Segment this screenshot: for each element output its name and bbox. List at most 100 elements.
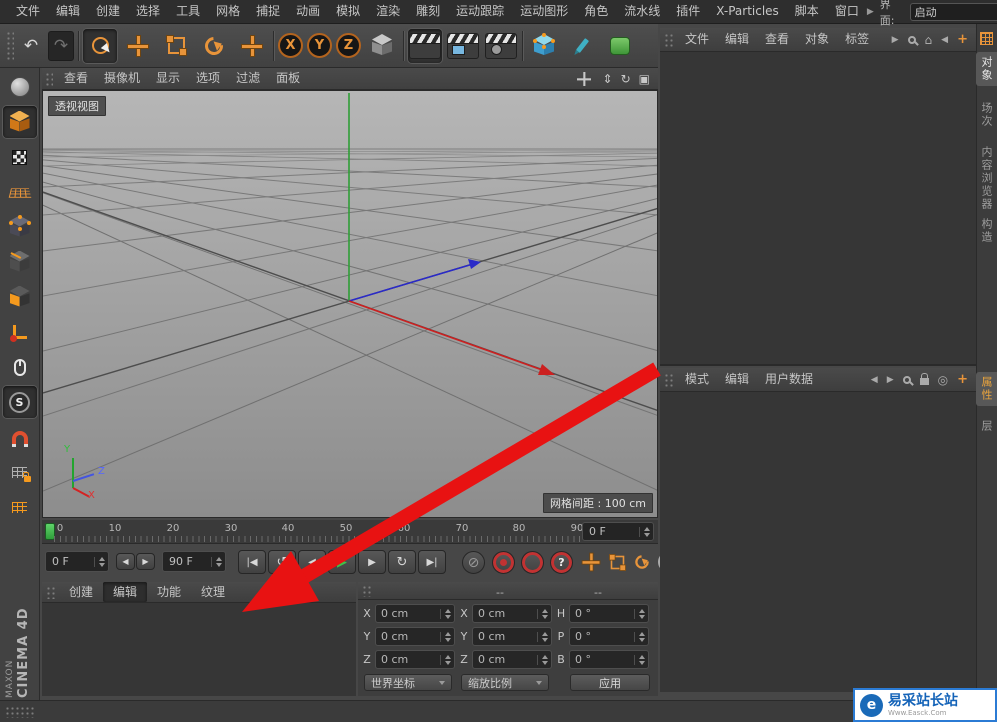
panel-grip[interactable]	[46, 585, 55, 599]
convert-editable-button[interactable]	[3, 71, 37, 103]
record-keyframe-button[interactable]	[492, 551, 515, 574]
nav-back-icon[interactable]: ◀	[871, 375, 878, 385]
material-list-area[interactable]	[42, 603, 356, 696]
stepper-arrows[interactable]	[440, 608, 451, 619]
search-icon[interactable]	[907, 35, 916, 44]
position-x-input[interactable]: 0 cm	[375, 604, 455, 623]
goto-end-button[interactable]: ▶|	[418, 550, 446, 574]
position-z-input[interactable]: 0 cm	[375, 650, 455, 669]
live-selection-button[interactable]	[83, 28, 117, 63]
viewport-menu-options[interactable]: 选项	[188, 68, 228, 89]
stepper-arrows[interactable]	[94, 556, 105, 567]
menubar-overflow-icon[interactable]: ▶	[867, 7, 874, 17]
lock-icon[interactable]	[919, 373, 929, 385]
menu-script[interactable]: 脚本	[787, 0, 827, 23]
toolbar-grip[interactable]	[6, 30, 14, 61]
stepper-arrows[interactable]	[211, 556, 222, 567]
am-menu-edit[interactable]: 编辑	[717, 368, 757, 391]
workplane-mode-button[interactable]	[3, 176, 37, 208]
stepper-arrows[interactable]	[639, 526, 650, 537]
autokey-button[interactable]	[521, 551, 544, 574]
enable-axis-button[interactable]	[3, 316, 37, 348]
prev-frame-button[interactable]: ◀	[298, 550, 326, 574]
viewport-menu-grip[interactable]	[45, 71, 53, 86]
viewport-solo-button[interactable]	[3, 351, 37, 383]
panel-grip[interactable]	[664, 32, 673, 47]
record-rotation-toggle[interactable]	[632, 552, 652, 572]
stepper-down-icon[interactable]	[99, 562, 105, 567]
size-y-input[interactable]: 0 cm	[472, 627, 552, 646]
end-frame-spinner[interactable]: 90 F	[162, 551, 226, 572]
am-menu-userdata[interactable]: 用户数据	[757, 368, 821, 391]
materials-tab-function[interactable]: 功能	[147, 582, 191, 602]
viewport-menu-panel[interactable]: 面板	[268, 68, 308, 89]
attribute-area[interactable]	[660, 392, 976, 692]
object-list-area[interactable]	[660, 52, 976, 366]
view-zoom-icon[interactable]: ⇕	[603, 72, 613, 86]
prev-key-button[interactable]: ◀	[116, 553, 135, 570]
menu-edit[interactable]: 编辑	[48, 0, 88, 23]
coordinate-system-button[interactable]	[365, 29, 399, 63]
stepper-down-icon[interactable]	[216, 562, 222, 567]
viewport-menu-display[interactable]: 显示	[148, 68, 188, 89]
om-menu-tags[interactable]: 标签	[837, 28, 877, 51]
menu-tools[interactable]: 工具	[168, 0, 208, 23]
last-tool-button[interactable]	[235, 29, 269, 63]
next-frame-button[interactable]: ▶	[358, 550, 386, 574]
keyframe-help-button[interactable]: ?	[550, 551, 573, 574]
render-picture-viewer-button[interactable]	[446, 29, 480, 63]
scale-mode-dropdown[interactable]: 缩放比例	[461, 674, 549, 691]
menu-animation[interactable]: 动画	[288, 0, 328, 23]
points-mode-button[interactable]	[3, 211, 37, 243]
render-view-button[interactable]	[408, 28, 442, 63]
stepper-arrows[interactable]	[537, 654, 548, 665]
viewport-canvas[interactable]: 透视视图 网格间距 : 100 cm	[42, 90, 658, 518]
menu-window[interactable]: 窗口	[827, 0, 867, 23]
play-button[interactable]: ▶	[328, 550, 356, 574]
apply-button[interactable]: 应用	[570, 674, 650, 691]
dock-handle-icon[interactable]	[980, 32, 993, 45]
viewport-menu-camera[interactable]: 摄像机	[96, 68, 148, 89]
stepper-arrows[interactable]	[537, 608, 548, 619]
tab-objects[interactable]: 对象	[976, 52, 997, 86]
materials-tab-create[interactable]: 创建	[59, 582, 103, 602]
loop-button[interactable]: ↻	[388, 550, 416, 574]
materials-tab-edit[interactable]: 编辑	[103, 582, 148, 602]
menu-motion-tracker[interactable]: 运动跟踪	[448, 0, 512, 23]
panel-grip[interactable]	[362, 584, 371, 597]
om-menu-view[interactable]: 查看	[757, 28, 797, 51]
position-y-input[interactable]: 0 cm	[375, 627, 455, 646]
menu-sculpt[interactable]: 雕刻	[408, 0, 448, 23]
viewport-menu-filter[interactable]: 过滤	[228, 68, 268, 89]
ruler-frame-spinner[interactable]: 0 F	[582, 522, 654, 541]
tab-content-browser[interactable]: 内容浏览器	[976, 142, 997, 215]
spline-pen-button[interactable]	[565, 29, 599, 63]
stepper-up-icon[interactable]	[99, 556, 105, 561]
panel-grip[interactable]	[664, 372, 673, 387]
menu-xparticles[interactable]: X-Particles	[708, 0, 787, 23]
view-toggle-icon[interactable]: ▣	[639, 72, 650, 86]
lock-y-axis-button[interactable]: Y	[307, 33, 332, 58]
rotation-p-input[interactable]: 0 °	[569, 627, 649, 646]
lock-x-axis-button[interactable]: X	[278, 33, 303, 58]
menu-mesh[interactable]: 网格	[208, 0, 248, 23]
menu-pipeline[interactable]: 流水线	[616, 0, 668, 23]
edges-mode-button[interactable]	[3, 246, 37, 278]
texture-mode-button[interactable]	[3, 141, 37, 173]
tab-attributes[interactable]: 属性	[976, 372, 997, 406]
size-z-input[interactable]: 0 cm	[472, 650, 552, 669]
tab-structure[interactable]: 构造	[976, 214, 997, 248]
om-overflow-icon[interactable]: ▶	[892, 35, 899, 45]
om-menu-edit[interactable]: 编辑	[717, 28, 757, 51]
menu-render[interactable]: 渲染	[368, 0, 408, 23]
current-frame-spinner[interactable]: 0 F	[45, 551, 109, 572]
enable-snap-button[interactable]: S	[2, 386, 37, 418]
menu-simulate[interactable]: 模拟	[328, 0, 368, 23]
record-scale-toggle[interactable]	[609, 553, 626, 571]
view-pan-icon[interactable]	[576, 71, 591, 86]
stepper-arrows[interactable]	[537, 631, 548, 642]
menu-character[interactable]: 角色	[576, 0, 616, 23]
timeline-ruler[interactable]: 0 10 20 30 40 50 60 70 80 90 0 F	[42, 520, 658, 544]
record-position-toggle[interactable]	[582, 553, 601, 572]
menu-snap[interactable]: 捕捉	[248, 0, 288, 23]
